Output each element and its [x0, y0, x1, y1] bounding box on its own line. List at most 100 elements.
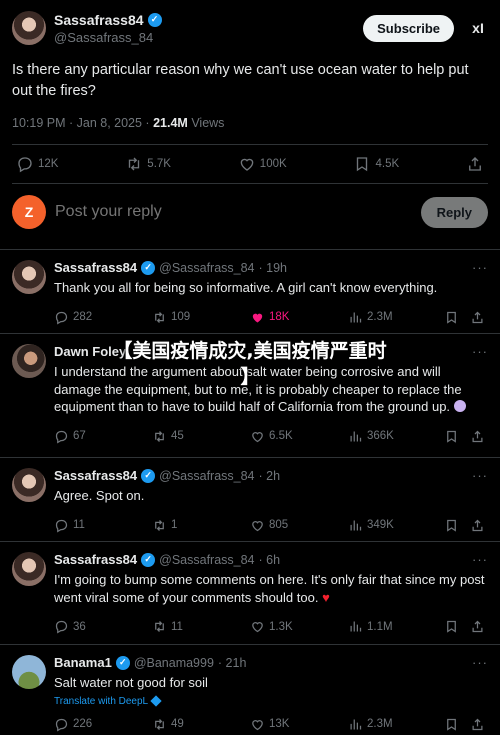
avatar[interactable] [12, 468, 46, 502]
repost-stat[interactable]: 5.7K [125, 155, 171, 173]
bookmark-stat[interactable]: 4.5K [353, 155, 399, 173]
reply-actions: 36 11 1.3K 1.1M [54, 619, 488, 644]
more-options-icon[interactable]: ··· [472, 260, 488, 275]
verified-badge-icon: ✓ [141, 552, 156, 567]
reply-author-name[interactable]: Sassafrass84 ✓ [54, 552, 156, 567]
repost-action[interactable]: 49 [152, 717, 250, 732]
reply-author-name[interactable]: Sassafrass84 ✓ [54, 260, 156, 275]
reply-item[interactable]: Dawn Foley ··· I understand the argument… [0, 334, 500, 458]
views-action[interactable]: 366K [348, 429, 444, 444]
reply-item[interactable]: Banama1 ✓ @Banama999 · 21h ··· Salt water… [0, 645, 500, 735]
reply-icon [55, 620, 68, 634]
reply-author-text: Sassafrass84 [54, 468, 138, 483]
repost-icon [155, 621, 164, 632]
avatar[interactable] [12, 655, 46, 689]
bookmark-action[interactable] [444, 310, 470, 325]
views-action[interactable]: 2.3M [348, 310, 444, 325]
views-icon [350, 312, 362, 322]
reply-actions: 67 45 6.5K 366K [54, 429, 488, 454]
bookmark-action[interactable] [444, 619, 470, 634]
reply-time[interactable]: · 19h [259, 261, 288, 275]
views-icon [350, 621, 362, 632]
reply-count: 282 [73, 311, 93, 323]
like-count: 1.3K [269, 620, 293, 633]
subscribe-button[interactable]: Subscribe [363, 14, 454, 42]
reply-input[interactable] [55, 203, 421, 221]
share-action[interactable] [470, 717, 488, 732]
views-count: 2.3M [367, 718, 393, 730]
reply-author-text: Dawn Foley [54, 344, 127, 359]
reply-header: Banama1 ✓ @Banama999 · 21h ··· [54, 655, 488, 670]
views-action[interactable]: 2.3M [348, 717, 444, 732]
like-action[interactable]: 18K [250, 310, 348, 325]
reply-time[interactable]: · 21h [218, 656, 247, 670]
reply-handle[interactable]: @Sassafrass_84 [159, 261, 254, 275]
reply-item[interactable]: Sassafrass84 ✓ @Sassafrass_84 · 2h ··· Ag… [0, 458, 500, 542]
author-display-name[interactable]: Sassafrass84 ✓ [54, 12, 162, 28]
like-stat[interactable]: 100K [238, 155, 287, 173]
more-options-icon[interactable]: ··· [472, 468, 488, 483]
post-timestamp[interactable]: 10:19 PM · Jan 8, 2025 · [12, 116, 150, 130]
like-action[interactable]: 805 [250, 518, 348, 533]
reply-handle[interactable]: @Sassafrass_84 [159, 469, 254, 483]
reply-text-content: I'm going to bump some comments on here.… [54, 572, 485, 605]
reply-author-name[interactable]: Dawn Foley [54, 344, 126, 359]
reply-action[interactable]: 226 [54, 717, 152, 732]
reply-text: Salt water not good for soil [54, 675, 208, 690]
avatar[interactable] [12, 552, 46, 586]
repost-action[interactable]: 1 [152, 518, 250, 533]
red-heart-icon: ♥ [322, 589, 330, 605]
reply-action[interactable]: 282 [54, 310, 152, 325]
like-count: 100K [259, 158, 287, 170]
bookmark-action[interactable] [444, 518, 470, 533]
avatar[interactable] [12, 344, 46, 378]
more-options-icon[interactable]: ··· [472, 655, 488, 670]
share-action[interactable] [470, 619, 488, 634]
views-icon [350, 520, 362, 530]
repost-action[interactable]: 11 [152, 619, 250, 634]
author-handle[interactable]: @Sassafrass_84 [54, 30, 162, 45]
like-action[interactable]: 1.3K [250, 619, 348, 634]
reply-action[interactable]: 36 [54, 619, 152, 634]
reply-time[interactable]: · 6h [259, 553, 281, 567]
reply-action[interactable]: 11 [54, 518, 152, 533]
translate-link[interactable]: Translate with DeepL [54, 695, 488, 707]
avatar[interactable] [12, 11, 46, 45]
repost-action[interactable]: 109 [152, 310, 250, 325]
heart-icon [252, 622, 263, 633]
post-meta: 10:19 PM · Jan 8, 2025 · 21.4M Views [12, 116, 488, 130]
reply-stat[interactable]: 12K [16, 155, 58, 173]
user-avatar[interactable]: Z [12, 195, 46, 229]
bookmark-action[interactable] [444, 717, 470, 732]
share-icon [472, 620, 483, 633]
reply-action[interactable]: 67 [54, 429, 152, 444]
reply-count: 36 [73, 620, 86, 633]
verified-badge-icon: ✓ [115, 655, 130, 670]
share-action[interactable] [470, 518, 488, 533]
more-options-icon[interactable]: ··· [472, 552, 488, 567]
reply-item[interactable]: Sassafrass84 ✓ @Sassafrass_84 · 19h ··· T… [0, 250, 500, 334]
bookmark-action[interactable] [444, 429, 470, 444]
reply-item[interactable]: Sassafrass84 ✓ @Sassafrass_84 · 6h ··· I'… [0, 542, 500, 645]
views-action[interactable]: 1.1M [348, 619, 444, 634]
reply-author-name[interactable]: Sassafrass84 ✓ [54, 468, 156, 483]
avatar[interactable] [12, 260, 46, 294]
reply-handle[interactable]: @Sassafrass_84 [159, 553, 254, 567]
share-action[interactable] [470, 429, 488, 444]
reply-handle[interactable]: @Banama999 [134, 656, 214, 670]
views-action[interactable]: 349K [348, 518, 444, 533]
share-button[interactable] [466, 155, 484, 173]
reply-button[interactable]: Reply [420, 196, 488, 228]
reply-time[interactable]: · 2h [259, 469, 281, 483]
heart-icon [252, 719, 263, 730]
reply-author-name[interactable]: Banama1 ✓ [54, 655, 130, 670]
reply-icon [55, 311, 68, 325]
reply-header: Sassafrass84 ✓ @Sassafrass_84 · 6h ··· [54, 552, 488, 567]
like-action[interactable]: 6.5K [250, 429, 348, 444]
grok-icon[interactable]: xI [468, 20, 488, 36]
repost-action[interactable]: 45 [152, 429, 250, 444]
more-options-icon[interactable]: ··· [472, 344, 488, 359]
like-action[interactable]: 13K [250, 717, 348, 732]
heart-icon [252, 431, 263, 442]
share-action[interactable] [470, 310, 488, 325]
